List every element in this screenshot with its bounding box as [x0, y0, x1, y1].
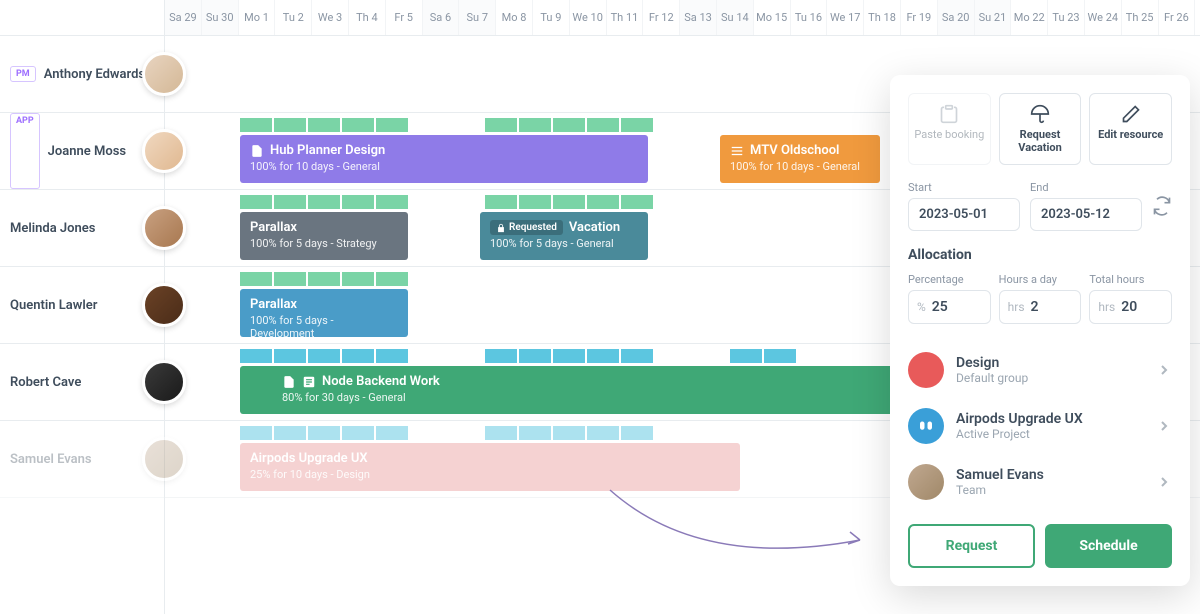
- booking[interactable]: RequestedVacation 100% for 5 days - Gene…: [480, 212, 648, 260]
- resource-row[interactable]: Samuel Evans: [0, 421, 164, 498]
- project-selector[interactable]: Airpods Upgrade UX Active Project: [908, 398, 1172, 454]
- project-icon: [908, 408, 944, 444]
- total-label: Total hours: [1089, 273, 1172, 286]
- resource-name: Anthony Edwards: [44, 67, 145, 82]
- schedule-button[interactable]: Schedule: [1045, 524, 1172, 568]
- resource-row[interactable]: PM Anthony Edwards: [0, 36, 164, 113]
- booking[interactable]: MTV Oldschool 100% for 10 days - General: [720, 135, 880, 183]
- pct-label: Percentage: [908, 273, 991, 286]
- role-badge: PM: [10, 66, 36, 82]
- avatar: [142, 283, 186, 327]
- avatar: [142, 360, 186, 404]
- resource-row[interactable]: Robert Cave: [0, 344, 164, 421]
- day-header: Th 25: [1122, 0, 1159, 35]
- day-header: Th 11: [607, 0, 644, 35]
- avatar: [142, 206, 186, 250]
- booking[interactable]: Hub Planner Design 100% for 10 days - Ge…: [240, 135, 648, 183]
- day-header: Th 4: [349, 0, 386, 35]
- resource-row[interactable]: APP Joanne Moss: [0, 113, 164, 190]
- day-header: Tu 9: [533, 0, 570, 35]
- hours-input[interactable]: [1031, 299, 1073, 315]
- request-vacation-button[interactable]: Request Vacation: [999, 93, 1082, 165]
- total-input[interactable]: [1121, 299, 1163, 315]
- avatar: [142, 52, 186, 96]
- resource-selector[interactable]: Samuel Evans Team: [908, 454, 1172, 510]
- resource-row[interactable]: Melinda Jones: [0, 190, 164, 267]
- resource-list: PM Anthony Edwards APP Joanne Moss Melin…: [0, 0, 165, 614]
- day-header: Fr 26: [1159, 0, 1196, 35]
- day-header: Sa 20: [938, 0, 975, 35]
- paste-booking-button[interactable]: Paste booking: [908, 93, 991, 165]
- booking-panel: Paste booking Request Vacation Edit reso…: [890, 75, 1190, 586]
- day-header: Mo 1: [239, 0, 276, 35]
- avatar: [908, 464, 944, 500]
- requested-badge: Requested: [490, 220, 563, 235]
- start-date-input[interactable]: [908, 198, 1020, 231]
- day-header: We 24: [1085, 0, 1122, 35]
- list-icon: [730, 144, 744, 158]
- day-header: Su 14: [717, 0, 754, 35]
- group-selector[interactable]: Design Default group: [908, 342, 1172, 398]
- resource-name: Quentin Lawler: [10, 298, 97, 313]
- day-header: Th 18: [864, 0, 901, 35]
- day-header: We 17: [827, 0, 864, 35]
- paste-icon: [939, 104, 959, 124]
- booking[interactable]: Parallax 100% for 5 days - Strategy: [240, 212, 408, 260]
- day-header: We 10: [570, 0, 607, 35]
- timeline-header: Sa 29Su 30Mo 1Tu 2We 3Th 4Fr 5Sa 6Su 7Mo…: [165, 0, 1200, 36]
- hours-label: Hours a day: [999, 273, 1082, 286]
- day-header: Fr 12: [643, 0, 680, 35]
- day-header: Su 21: [975, 0, 1012, 35]
- note-icon: [282, 375, 296, 389]
- day-header: Mo 22: [1011, 0, 1048, 35]
- pct-input[interactable]: [932, 299, 982, 315]
- day-header: Fr 19: [901, 0, 938, 35]
- list-icon: [302, 375, 316, 389]
- start-label: Start: [908, 181, 1020, 194]
- chevron-right-icon: [1156, 474, 1172, 490]
- pencil-icon: [1121, 104, 1141, 124]
- lock-icon: [496, 223, 506, 233]
- day-header: Mo 8: [496, 0, 533, 35]
- day-header: Su 7: [459, 0, 496, 35]
- booking[interactable]: Parallax 100% for 5 days - Development: [240, 289, 408, 337]
- resource-name: Samuel Evans: [10, 452, 92, 467]
- sync-icon[interactable]: [1152, 196, 1172, 216]
- group-icon: [908, 352, 944, 388]
- role-badge: APP: [10, 113, 40, 189]
- day-header: Sa 13: [680, 0, 717, 35]
- resource-name: Melinda Jones: [10, 221, 95, 236]
- day-header: Tu 2: [275, 0, 312, 35]
- day-header: Tu 16: [791, 0, 828, 35]
- note-icon: [250, 144, 264, 158]
- end-date-input[interactable]: [1030, 198, 1142, 231]
- day-header: Tu 23: [1048, 0, 1085, 35]
- chevron-right-icon: [1156, 362, 1172, 378]
- request-button[interactable]: Request: [908, 524, 1035, 568]
- allocation-title: Allocation: [908, 247, 1172, 263]
- chevron-right-icon: [1156, 418, 1172, 434]
- day-header: Su 30: [202, 0, 239, 35]
- avatar: [142, 129, 186, 173]
- resource-name: Joanne Moss: [48, 144, 126, 159]
- edit-resource-button[interactable]: Edit resource: [1089, 93, 1172, 165]
- umbrella-icon: [1030, 104, 1050, 124]
- end-label: End: [1030, 181, 1142, 194]
- resource-name: Robert Cave: [10, 375, 81, 390]
- day-header: Fr 5: [386, 0, 423, 35]
- day-header: We 3: [312, 0, 349, 35]
- resource-row[interactable]: Quentin Lawler: [0, 267, 164, 344]
- day-header: Sa 6: [423, 0, 460, 35]
- annotation-arrow: [600, 480, 880, 580]
- day-header: Mo 15: [754, 0, 791, 35]
- day-header: Sa 29: [165, 0, 202, 35]
